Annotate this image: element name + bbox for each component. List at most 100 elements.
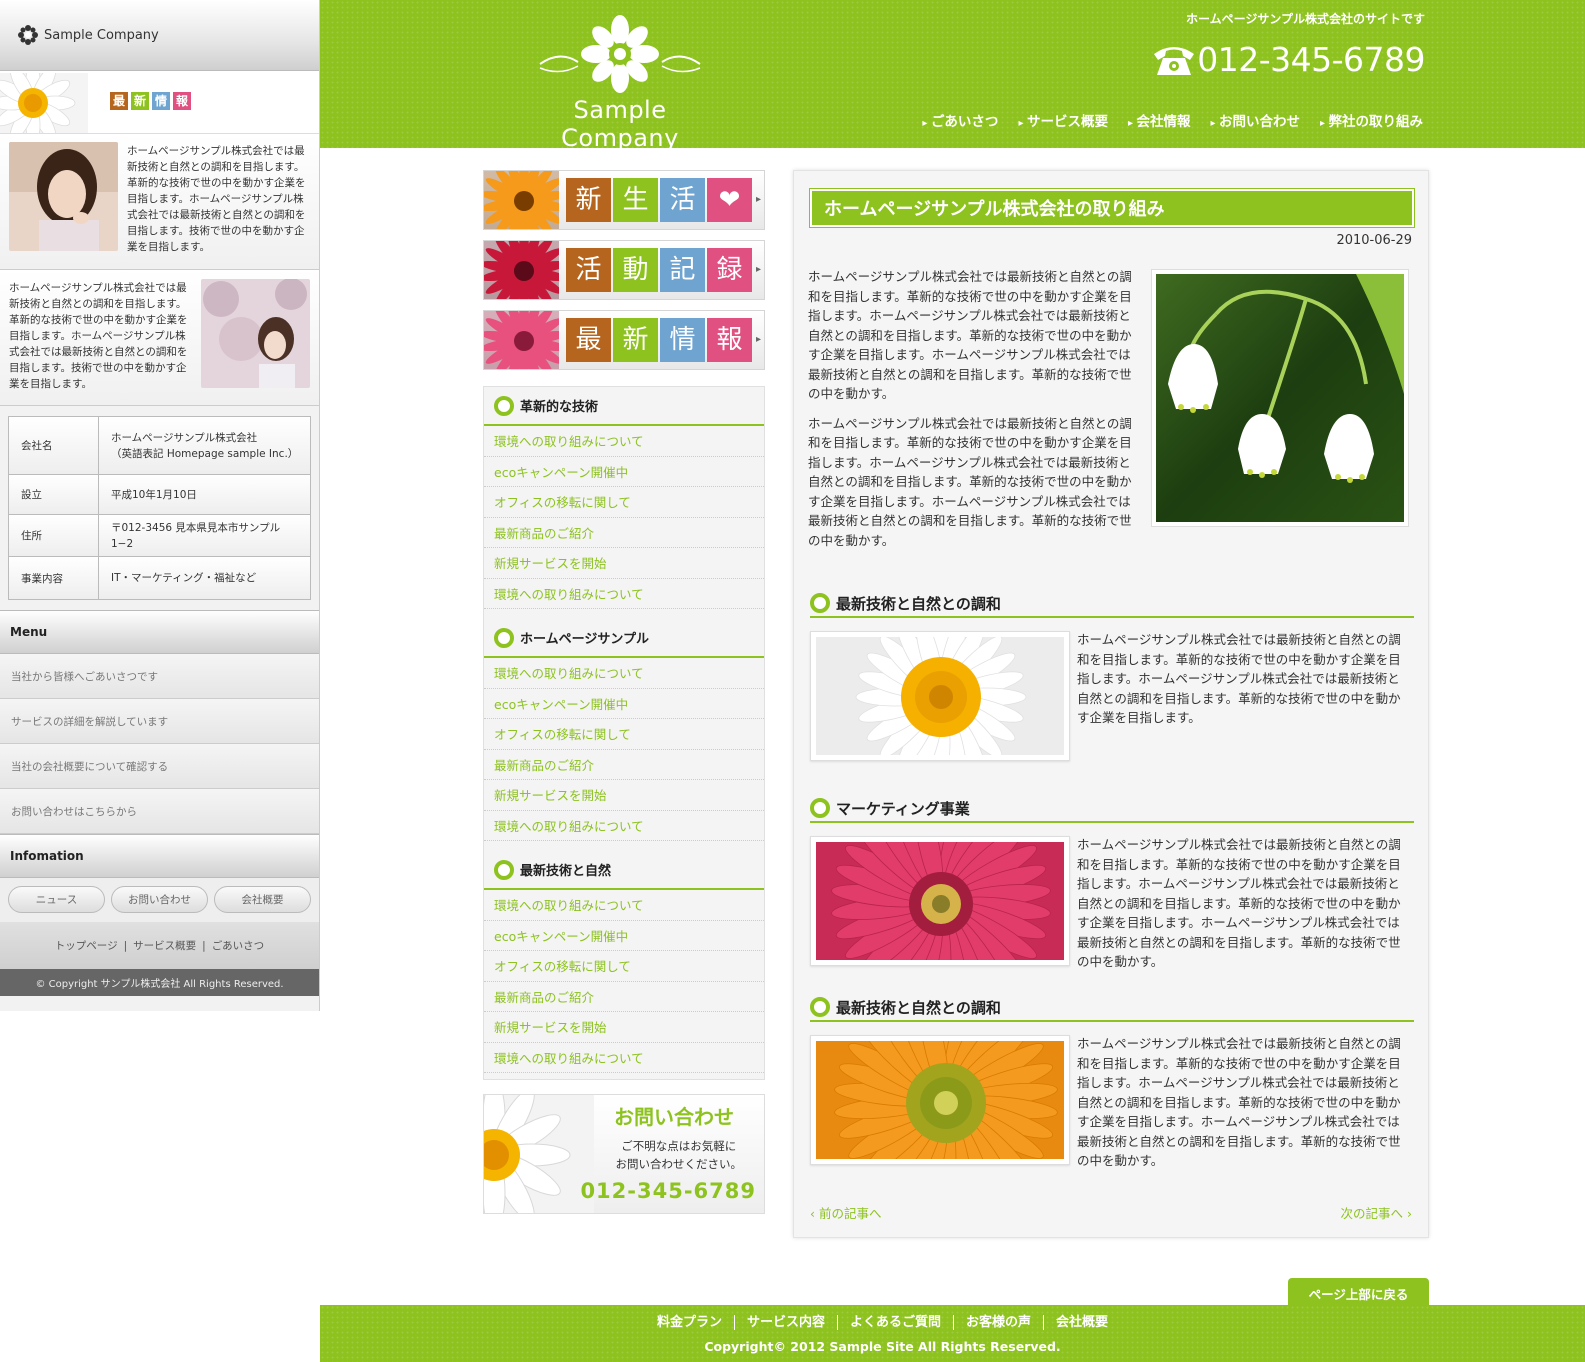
category-link[interactable]: 最新商品のご紹介: [484, 750, 764, 780]
category-link[interactable]: ecoキャンペーン開催中: [484, 457, 764, 487]
contact-phone: 012-345-6789: [580, 1179, 756, 1203]
category-gap: [484, 841, 764, 851]
category-link[interactable]: 環境への取り組みについて: [484, 890, 764, 921]
category-link[interactable]: 環境への取り組みについて: [484, 811, 764, 841]
info-buttons: ニュース お問い合わせ 会社概要: [0, 878, 319, 922]
category-link[interactable]: 新規サービスを開始: [484, 1012, 764, 1043]
woman-cherry-blossom-image: [201, 279, 310, 388]
prev-article-link[interactable]: ‹ 前の記事へ: [810, 1203, 882, 1222]
company-info-table: 会社名 ホームページサンプル株式会社 （英語表記 Homepage sample …: [8, 416, 311, 600]
feature-banner[interactable]: 活動記録 ▸: [483, 240, 765, 300]
sidebar-menu-item[interactable]: 当社の会社概要について確認する: [0, 744, 319, 789]
sidebar-logo[interactable]: Sample Company: [0, 0, 319, 71]
site-tagline: ホームページサンプル株式会社のサイトです: [1185, 12, 1425, 26]
company-info-value: 平成10年1月10日: [111, 488, 197, 501]
category-link[interactable]: オフィスの移転に関して: [484, 719, 764, 750]
woman-portrait-image: [9, 142, 118, 251]
flower-logo-icon: [18, 25, 38, 45]
info-button[interactable]: ニュース: [8, 886, 105, 913]
section-title: マーケティング事業: [836, 799, 970, 818]
category-link[interactable]: 環境への取り組みについて: [484, 579, 764, 609]
section-text: ホームページサンプル株式会社では最新技術と自然との調和を目指します。革新的な技術…: [1077, 632, 1401, 725]
arrow-right-icon: ▸: [755, 264, 761, 275]
menu-heading: Menu: [0, 610, 319, 654]
feature-banner[interactable]: 最新情報 ▸: [483, 310, 765, 370]
footer-nav-item[interactable]: よくあるご質問: [838, 1315, 954, 1330]
company-info-value: 〒012-3456 見本県見本市サンプル1−2: [111, 521, 281, 550]
footer-nav-item[interactable]: 料金プラン: [645, 1315, 735, 1330]
profile-card-1: ホームページサンプル株式会社では最新技術と自然との調和を目指します。革新的な技術…: [0, 134, 319, 270]
header-nav-item[interactable]: サービス概要: [1018, 110, 1108, 130]
header-nav-item[interactable]: 弊社の取り組み: [1320, 110, 1424, 130]
category-link[interactable]: 新規サービスを開始: [484, 548, 764, 579]
category-link[interactable]: 新規サービスを開始: [484, 780, 764, 811]
category-title: 最新技術と自然: [520, 864, 612, 879]
sidebar-footer-link[interactable]: ごあいさつ: [212, 938, 265, 953]
sidebar-news-banner[interactable]: 最新情報: [0, 71, 319, 134]
intro-paragraph: ホームページサンプル株式会社では最新技術と自然との調和を目指します。革新的な技術…: [808, 269, 1132, 401]
footer-nav-item[interactable]: 会社概要: [1044, 1315, 1120, 1330]
category-link[interactable]: 最新商品のご紹介: [484, 518, 764, 548]
middle-column: 新生活 ❤ ▸ 活動記録 ▸ 最新情報 ▸ 革新的な技術 環境への取り組みについて ecoキャン…: [483, 170, 765, 1214]
link-separator: |: [202, 939, 206, 952]
section-orange-flower-image: [810, 1035, 1070, 1165]
footer-nav-item[interactable]: お客様の声: [954, 1315, 1045, 1330]
feature-banner[interactable]: 新生活 ❤ ▸: [483, 170, 765, 230]
category-link[interactable]: オフィスの移転に関して: [484, 951, 764, 982]
sidebar-copyright: © Copyright サンプル株式会社 All Rights Reserved…: [0, 969, 319, 996]
ring-bullet-icon: [494, 859, 514, 880]
banner-tile: 新: [613, 318, 658, 362]
header-logo[interactable]: Sample Company: [520, 14, 720, 152]
ring-bullet-icon: [494, 627, 514, 648]
sidebar-footer-link[interactable]: トップページ: [55, 938, 118, 953]
header-nav-item[interactable]: 会社情報: [1128, 110, 1190, 130]
back-to-top-button[interactable]: ページ上部に戻る: [1288, 1278, 1429, 1308]
company-info-key: 会社名: [9, 417, 99, 474]
category-link[interactable]: 環境への取り組みについて: [484, 426, 764, 457]
header-nav-item[interactable]: お問い合わせ: [1210, 110, 1300, 130]
category-link[interactable]: 最新商品のご紹介: [484, 982, 764, 1012]
banner-tiles: 最新情報: [566, 318, 752, 362]
banner-tile: 活: [660, 178, 705, 222]
arrow-right-icon: ▸: [755, 194, 761, 205]
profile-text-1: ホームページサンプル株式会社では最新技術と自然との調和を目指します。革新的な技術…: [127, 145, 306, 253]
header-logo-text: Sample Company: [561, 96, 679, 152]
category-link[interactable]: ecoキャンペーン開催中: [484, 689, 764, 719]
banner-tiles: 新生活 ❤: [566, 178, 752, 222]
category-link[interactable]: オフィスの移転に関して: [484, 487, 764, 518]
next-article-link[interactable]: 次の記事へ ›: [1341, 1203, 1413, 1222]
sidebar-menu-item[interactable]: お問い合わせはこちらから: [0, 789, 319, 834]
daisy-image: [0, 73, 88, 133]
sidebar-menu-item[interactable]: 当社から皆様へごあいさつです: [0, 654, 319, 699]
profile-card-2: ホームページサンプル株式会社では最新技術と自然との調和を目指します。革新的な技術…: [0, 270, 319, 406]
sidebar-menu: 当社から皆様へごあいさつです サービスの詳細を解説しています 当社の会社概要について…: [0, 654, 319, 834]
info-button[interactable]: 会社概要: [214, 886, 311, 913]
contact-title: お問い合わせ: [614, 1105, 734, 1129]
category-link[interactable]: ecoキャンペーン開催中: [484, 921, 764, 951]
footer-nav: 料金プラン サービス内容 よくあるご質問 お客様の声 会社概要: [320, 1315, 1445, 1330]
header-nav-item[interactable]: ごあいさつ: [922, 110, 999, 130]
news-tile: 最: [110, 92, 128, 110]
section-heading: マーケティング事業: [810, 795, 1414, 823]
contact-banner[interactable]: お問い合わせ ご不明な点はお気軽に お問い合わせください。 012-345-67…: [483, 1094, 765, 1214]
sidebar-menu-item[interactable]: サービスの詳細を解説しています: [0, 699, 319, 744]
banner-tile: 新: [566, 178, 611, 222]
banner-tile: 情: [660, 318, 705, 362]
sidebar-footer-link[interactable]: サービス概要: [133, 938, 196, 953]
profile-text-2: ホームページサンプル株式会社では最新技術と自然との調和を目指します。革新的な技術…: [9, 282, 188, 390]
banner-tile: 録: [707, 248, 752, 292]
category-heading: 革新的な技術: [484, 387, 764, 426]
gerbera-image: [484, 311, 559, 369]
category-link[interactable]: 環境への取り組みについて: [484, 1043, 764, 1073]
company-info-key: 住所: [9, 515, 99, 556]
section-title: 最新技術と自然との調和: [836, 998, 1001, 1017]
footer-nav-item[interactable]: サービス内容: [735, 1315, 838, 1330]
header-phone[interactable]: 012-345-6789: [1151, 40, 1425, 79]
left-sidebar: Sample Company 最 新 情 報 ホームページサンプル株式会社では最…: [0, 0, 320, 1011]
intro-paragraph: ホームページサンプル株式会社では最新技術と自然との調和を目指します。革新的な技術…: [808, 415, 1132, 548]
sidebar-logo-text: Sample Company: [44, 27, 159, 43]
prev-article-label: 前の記事へ: [818, 1206, 882, 1221]
category-link[interactable]: 環境への取り組みについて: [484, 658, 764, 689]
info-button[interactable]: お問い合わせ: [111, 886, 208, 913]
category-box: 革新的な技術 環境への取り組みについて ecoキャンペーン開催中 オフィスの移転に関し…: [483, 386, 765, 1080]
